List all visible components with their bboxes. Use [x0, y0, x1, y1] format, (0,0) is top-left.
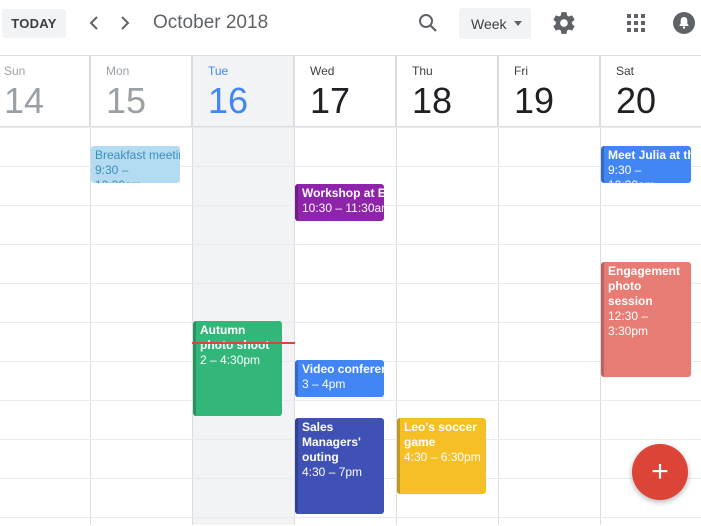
day-header-sat[interactable]: Sat 20 [600, 56, 701, 126]
day-date[interactable]: 17 [310, 80, 350, 122]
chevron-right-icon[interactable] [114, 11, 136, 35]
day-name: Sun [4, 64, 26, 78]
hour-line [0, 283, 701, 284]
hour-line [0, 400, 701, 401]
day-name: Sat [616, 64, 635, 78]
view-dropdown[interactable]: Week [459, 8, 531, 39]
gear-icon[interactable] [551, 10, 577, 36]
day-name: Fri [514, 64, 528, 78]
event-title: Engagement photo session [608, 264, 681, 308]
month-title: October 2018 [153, 12, 269, 33]
apps-grid-icon[interactable] [627, 14, 645, 32]
day-date[interactable]: 15 [106, 80, 146, 122]
event-title: Video conference [302, 362, 384, 376]
bell-icon[interactable] [672, 11, 696, 35]
day-date[interactable]: 20 [616, 80, 656, 122]
day-header-fri[interactable]: Fri 19 [498, 56, 600, 126]
hour-line [0, 517, 701, 518]
event-meet-julia[interactable]: Meet Julia at the 9:30 – 10:30am [601, 146, 691, 183]
calendar-header: TODAY October 2018 Week [0, 0, 701, 56]
day-name: Tue [208, 64, 229, 78]
event-title: Breakfast meeting [95, 148, 180, 162]
hour-line [0, 244, 701, 245]
event-time: 12:30 – 3:30pm [608, 309, 649, 338]
day-name: Thu [412, 64, 433, 78]
day-header-sun[interactable]: Sun 14 [0, 56, 90, 126]
view-dropdown-label: Week [471, 15, 507, 32]
day-header-thu[interactable]: Thu 18 [396, 56, 498, 126]
event-sales-managers-outing[interactable]: Sales Managers' outing 4:30 – 7pm [295, 418, 384, 514]
event-time: 9:30 – 10:30am [95, 163, 142, 183]
event-workshop[interactable]: Workshop at EC 10:30 – 11:30am [295, 184, 384, 221]
current-time-line [192, 342, 295, 344]
event-title: Autumn photo shoot [200, 323, 270, 352]
event-time: 3 – 4pm [302, 377, 346, 391]
event-engagement-photo-session[interactable]: Engagement photo session 12:30 – 3:30pm [601, 262, 691, 377]
day-date[interactable]: 16 [208, 80, 248, 122]
day-date[interactable]: 14 [4, 80, 44, 122]
event-time: 2 – 4:30pm [200, 353, 261, 367]
event-autumn-photo-shoot[interactable]: Autumn photo shoot 2 – 4:30pm [193, 321, 282, 416]
day-name: Wed [310, 64, 335, 78]
hour-line [0, 322, 701, 323]
event-leos-soccer-game[interactable]: Leo's soccer game 4:30 – 6:30pm [397, 418, 486, 494]
event-title: Meet Julia at the [608, 148, 691, 162]
day-name: Mon [106, 64, 130, 78]
event-title: Leo's soccer game [404, 420, 477, 449]
caret-down-icon [514, 21, 522, 26]
event-title: Workshop at EC [302, 186, 384, 200]
day-date[interactable]: 19 [514, 80, 554, 122]
chevron-left-icon[interactable] [83, 11, 105, 35]
day-header-tue[interactable]: Tue 16 [192, 56, 294, 126]
event-breakfast-meeting[interactable]: Breakfast meeting 9:30 – 10:30am [91, 146, 180, 183]
event-time: 10:30 – 11:30am [302, 201, 384, 215]
event-title: Sales Managers' outing [302, 420, 361, 464]
hour-line [0, 127, 701, 128]
event-time: 4:30 – 7pm [302, 465, 363, 479]
today-button[interactable]: TODAY [2, 9, 66, 38]
search-icon[interactable] [416, 11, 440, 35]
plus-icon: + [651, 455, 669, 488]
event-video-conference[interactable]: Video conference 3 – 4pm [295, 360, 384, 397]
create-event-button[interactable]: + [632, 444, 688, 500]
event-time: 4:30 – 6:30pm [404, 450, 481, 464]
day-header-wed[interactable]: Wed 17 [294, 56, 396, 126]
day-header-mon[interactable]: Mon 15 [90, 56, 192, 126]
day-date[interactable]: 18 [412, 80, 452, 122]
event-time: 9:30 – 10:30am [608, 163, 655, 183]
